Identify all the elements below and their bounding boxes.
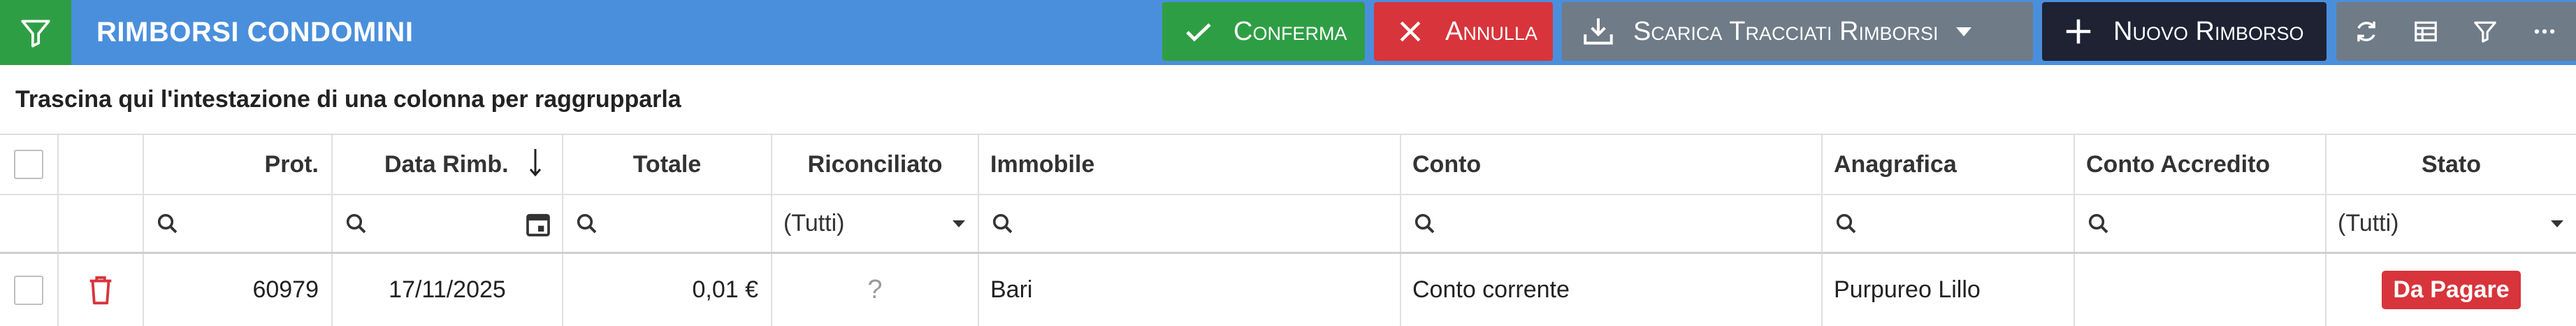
filter-icon[interactable] [2455, 2, 2515, 61]
chevron-down-icon [1956, 27, 1972, 36]
filter-immobile[interactable] [979, 195, 1401, 252]
search-icon [577, 213, 597, 233]
toolbar: RIMBORSI CONDOMINI Conferma Annulla Scar… [0, 0, 2576, 65]
cancel-label: Annulla [1445, 16, 1537, 46]
header-data-rimb-label: Data Rimb. [384, 150, 509, 178]
search-icon [157, 213, 178, 233]
header-immobile-label: Immobile [990, 150, 1095, 178]
filter-empty [0, 195, 59, 252]
chevron-down-icon [953, 220, 965, 227]
row-select-cell [0, 254, 59, 326]
filter-stato-select[interactable]: (Tutti) [2327, 195, 2576, 252]
cancel-button[interactable]: Annulla [1374, 2, 1553, 61]
header-immobile[interactable]: Immobile [979, 135, 1401, 194]
refresh-icon[interactable] [2336, 2, 2396, 61]
download-icon [1579, 12, 1618, 51]
chevron-down-icon [2551, 220, 2563, 227]
group-by-panel[interactable]: Trascina qui l'intestazione di una colon… [0, 65, 2576, 135]
row-checkbox[interactable] [14, 275, 43, 305]
cell-riconciliato: ? [772, 254, 979, 326]
header-anagrafica-label: Anagrafica [1834, 150, 1957, 178]
filter-prot[interactable] [144, 195, 333, 252]
header-conto-label: Conto [1412, 150, 1482, 178]
sort-desc-icon [529, 149, 542, 177]
filter-empty [59, 195, 144, 252]
calendar-icon[interactable] [524, 211, 552, 239]
cell-stato: Da Pagare [2327, 254, 2576, 326]
filter-icon [21, 19, 50, 48]
grid-header-row: Prot. Data Rimb. Totale Riconciliato Imm… [0, 135, 2576, 195]
header-riconciliato[interactable]: Riconciliato [772, 135, 979, 194]
row-actions-cell [59, 254, 144, 326]
cell-anagrafica: Purpureo Lillo [1823, 254, 2075, 326]
trash-icon[interactable] [87, 274, 115, 306]
search-icon [1836, 213, 1856, 233]
cell-totale: 0,01 € [563, 254, 772, 326]
header-riconciliato-label: Riconciliato [807, 150, 943, 178]
search-icon [1414, 213, 1435, 233]
select-all-checkbox[interactable] [14, 150, 43, 179]
header-totale-label: Totale [632, 150, 702, 178]
search-icon [346, 213, 366, 233]
header-anagrafica[interactable]: Anagrafica [1823, 135, 2075, 194]
download-label: Scarica Tracciati Rimborsi [1633, 16, 1939, 46]
group-panel-hint: Trascina qui l'intestazione di una colon… [15, 86, 681, 113]
filter-riconciliato-select[interactable]: (Tutti) [772, 195, 979, 252]
search-icon [2088, 213, 2108, 233]
cell-data-rimb: 17/11/2025 [333, 254, 563, 326]
filter-riconciliato-value: (Tutti) [783, 210, 845, 236]
header-data-rimb[interactable]: Data Rimb. [333, 135, 563, 194]
status-badge: Da Pagare [2382, 271, 2521, 309]
filter-anagrafica[interactable] [1823, 195, 2075, 252]
new-refund-button[interactable]: Nuovo Rimborso [2042, 2, 2327, 61]
toolbar-icon-group [2336, 2, 2576, 61]
header-totale[interactable]: Totale [563, 135, 772, 194]
header-conto-accredito[interactable]: Conto Accredito [2075, 135, 2327, 194]
cell-conto: Conto corrente [1401, 254, 1823, 326]
header-stato-label: Stato [2422, 150, 2481, 178]
filter-toggle-button[interactable] [0, 0, 71, 65]
filter-stato-value: (Tutti) [2338, 210, 2399, 236]
cell-immobile: Bari [979, 254, 1401, 326]
confirm-label: Conferma [1233, 16, 1347, 46]
page-title: RIMBORSI CONDOMINI [96, 17, 414, 48]
unknown-status-icon: ? [867, 275, 883, 304]
more-icon[interactable] [2515, 2, 2574, 61]
table-row[interactable]: 60979 17/11/2025 0,01 € ? Bari Conto cor… [0, 254, 2576, 326]
filter-conto[interactable] [1401, 195, 1823, 252]
confirm-button[interactable]: Conferma [1162, 2, 1365, 61]
filter-data-rimb[interactable] [333, 195, 563, 252]
cell-prot: 60979 [144, 254, 333, 326]
header-prot[interactable]: Prot. [144, 135, 333, 194]
header-actions [59, 135, 144, 194]
close-icon [1391, 12, 1430, 51]
header-conto[interactable]: Conto [1401, 135, 1823, 194]
table-icon[interactable] [2396, 2, 2455, 61]
check-icon [1179, 12, 1218, 51]
cell-conto-accredito [2075, 254, 2327, 326]
grid-filter-row: (Tutti) (Tutti) [0, 195, 2576, 254]
plus-icon [2059, 12, 2098, 51]
select-all-cell [0, 135, 59, 194]
download-tracks-button[interactable]: Scarica Tracciati Rimborsi [1562, 2, 2033, 61]
header-conto-accredito-label: Conto Accredito [2086, 150, 2271, 178]
header-stato[interactable]: Stato [2327, 135, 2576, 194]
new-refund-label: Nuovo Rimborso [2113, 16, 2304, 46]
filter-conto-accredito[interactable] [2075, 195, 2327, 252]
header-prot-label: Prot. [264, 150, 319, 178]
filter-totale[interactable] [563, 195, 772, 252]
search-icon [992, 213, 1013, 233]
